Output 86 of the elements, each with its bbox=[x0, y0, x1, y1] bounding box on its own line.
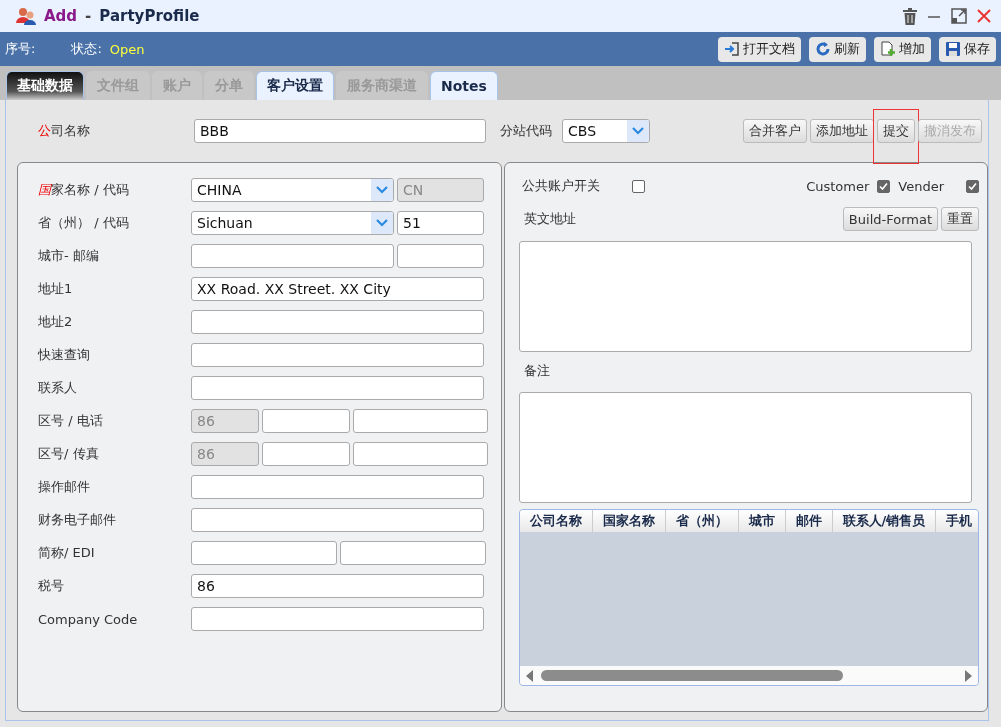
input-field[interactable]: BBB bbox=[194, 119, 486, 143]
scroll-right-icon[interactable] bbox=[964, 669, 972, 682]
column-header[interactable]: 公司名称 bbox=[519, 510, 593, 532]
input-field[interactable]: XX Road. XX Street. XX City bbox=[191, 277, 484, 301]
section-label: 备注 bbox=[523, 362, 550, 380]
input-field[interactable] bbox=[340, 541, 486, 565]
title-separator: - bbox=[85, 7, 92, 25]
chevron-down-icon bbox=[376, 219, 388, 227]
dropdown[interactable]: Sichuan bbox=[191, 211, 394, 235]
field-label: 城市- 邮编 bbox=[38, 247, 100, 265]
text-area[interactable] bbox=[518, 241, 972, 352]
field-label: 快速查询 bbox=[38, 346, 91, 364]
input-field[interactable] bbox=[191, 310, 484, 334]
toolbar-button[interactable]: 保存 bbox=[939, 36, 996, 62]
column-header[interactable]: 省（州） bbox=[665, 510, 739, 532]
input-field[interactable] bbox=[397, 244, 484, 268]
input-field[interactable] bbox=[191, 607, 484, 631]
text-area[interactable] bbox=[518, 392, 972, 503]
column-header[interactable]: 邮件 bbox=[785, 510, 833, 532]
checkbox[interactable] bbox=[966, 179, 979, 193]
input-field[interactable] bbox=[191, 343, 484, 367]
sequence-label: 序号: bbox=[5, 40, 36, 58]
toolbar-button[interactable]: 增加 bbox=[874, 36, 931, 62]
window-title: PartyProfile bbox=[99, 7, 200, 25]
column-header[interactable]: 国家名称 bbox=[592, 510, 666, 532]
field-label: 操作邮件 bbox=[38, 478, 91, 496]
input-field[interactable] bbox=[353, 409, 488, 433]
field-label: 区号 / 电话 bbox=[38, 412, 104, 430]
field-label: 地址1 bbox=[38, 280, 74, 298]
checkbox[interactable] bbox=[631, 179, 645, 193]
input-field[interactable] bbox=[191, 508, 484, 532]
column-header[interactable]: 城市 bbox=[738, 510, 786, 532]
field-label: 地址2 bbox=[38, 313, 74, 331]
input-field[interactable] bbox=[191, 541, 337, 565]
enter-icon bbox=[724, 41, 740, 57]
input-field[interactable] bbox=[191, 244, 394, 268]
scroll-left-icon[interactable] bbox=[525, 669, 533, 682]
field-label: 省（州） / 代码 bbox=[38, 214, 130, 232]
input-field[interactable] bbox=[191, 475, 484, 499]
column-header[interactable]: 联系人/销售员 bbox=[832, 510, 937, 532]
chevron-down-icon bbox=[376, 186, 388, 194]
field-label: 国家名称 / 代码 bbox=[38, 181, 130, 199]
field-label: 公司名称 bbox=[38, 122, 91, 140]
field-label: 税号 bbox=[38, 577, 65, 595]
scrollbar-thumb[interactable] bbox=[540, 670, 843, 681]
field-label: 分站代码 bbox=[500, 122, 552, 140]
trash-icon[interactable] bbox=[903, 7, 917, 25]
toolbar-button[interactable]: 打开文档 bbox=[718, 36, 801, 62]
checkbox-label: Customer bbox=[806, 178, 870, 194]
checkbox-label: 公共账户开关 bbox=[521, 177, 601, 195]
dropdown[interactable]: CBS bbox=[562, 119, 650, 143]
close-icon[interactable] bbox=[977, 9, 991, 23]
status-value: Open bbox=[109, 41, 145, 57]
checkbox-label: Vender bbox=[898, 178, 944, 194]
input-field[interactable]: 86 bbox=[191, 574, 484, 598]
add-document-icon bbox=[880, 41, 896, 57]
input-field[interactable] bbox=[353, 442, 488, 466]
toolbar-button[interactable]: 刷新 bbox=[809, 36, 866, 62]
field-label: 财务电子邮件 bbox=[38, 511, 117, 529]
refresh-icon bbox=[815, 41, 831, 57]
input-field[interactable] bbox=[262, 442, 350, 466]
window-action: Add bbox=[44, 7, 78, 25]
field-label: Company Code bbox=[38, 611, 139, 627]
action-button[interactable]: 添加地址 bbox=[810, 119, 874, 143]
tab[interactable]: 基础数据 bbox=[6, 71, 84, 100]
input-field[interactable] bbox=[262, 409, 350, 433]
field-label: 联系人 bbox=[38, 379, 78, 397]
status-label: 状态: bbox=[71, 40, 102, 58]
maximize-icon[interactable] bbox=[951, 8, 967, 24]
format-button[interactable]: 重置 bbox=[941, 207, 979, 231]
action-button[interactable]: 提交 bbox=[877, 119, 915, 143]
field-label: 简称/ EDI bbox=[38, 544, 96, 562]
tab[interactable]: 客户设置 bbox=[256, 71, 334, 100]
field-label: 区号/ 传真 bbox=[38, 445, 100, 463]
dropdown[interactable]: CHINA bbox=[191, 178, 394, 202]
column-header[interactable]: 手机 bbox=[936, 510, 978, 532]
chevron-down-icon bbox=[632, 127, 644, 135]
input-field[interactable] bbox=[191, 376, 484, 400]
section-label: 英文地址 bbox=[523, 210, 576, 228]
format-button[interactable]: Build-Format bbox=[842, 207, 938, 231]
action-button[interactable]: 合并客户 bbox=[743, 119, 807, 143]
input-field[interactable]: 51 bbox=[397, 211, 484, 235]
tab[interactable]: Notes bbox=[430, 71, 498, 100]
save-icon bbox=[945, 41, 961, 57]
checkbox[interactable] bbox=[877, 179, 891, 193]
users-icon bbox=[16, 7, 36, 25]
